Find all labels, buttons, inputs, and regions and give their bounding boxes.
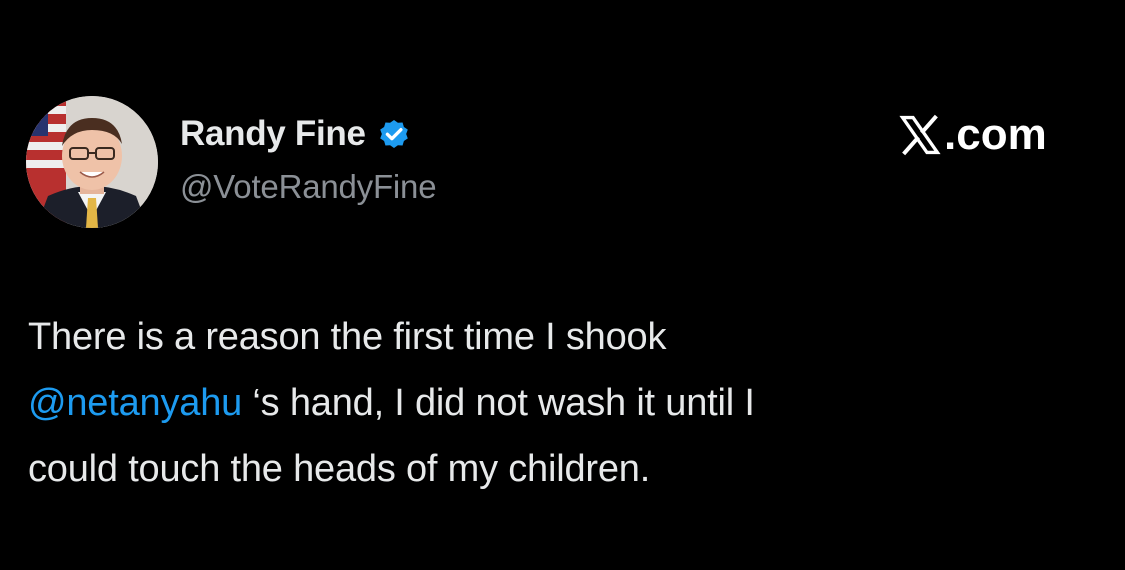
tweet-line-2-rest: ‘s hand, I did not wash it until I <box>242 382 755 424</box>
x-logo-icon <box>898 113 942 157</box>
display-name[interactable]: Randy Fine <box>180 114 366 154</box>
author-name-row[interactable]: Randy Fine <box>180 112 412 156</box>
tweet-line-1: There is a reason the first time I shook <box>28 316 667 358</box>
tweet-card: Randy Fine @VoteRandyFine .com There is … <box>0 0 1125 570</box>
tweet-line-2: @netanyahu ‘s hand, I did not wash it un… <box>28 370 1088 436</box>
mention-link[interactable]: @netanyahu <box>28 382 242 424</box>
author-handle[interactable]: @VoteRandyFine <box>180 168 437 206</box>
avatar-photo <box>26 96 158 228</box>
tweet-text: There is a reason the first time I shook… <box>28 304 1088 502</box>
verified-badge-icon <box>376 116 412 152</box>
avatar[interactable] <box>26 96 158 228</box>
brand-logo: .com <box>898 110 1047 160</box>
brand-suffix: .com <box>944 110 1047 159</box>
tweet-line-3: could touch the heads of my children. <box>28 448 651 490</box>
